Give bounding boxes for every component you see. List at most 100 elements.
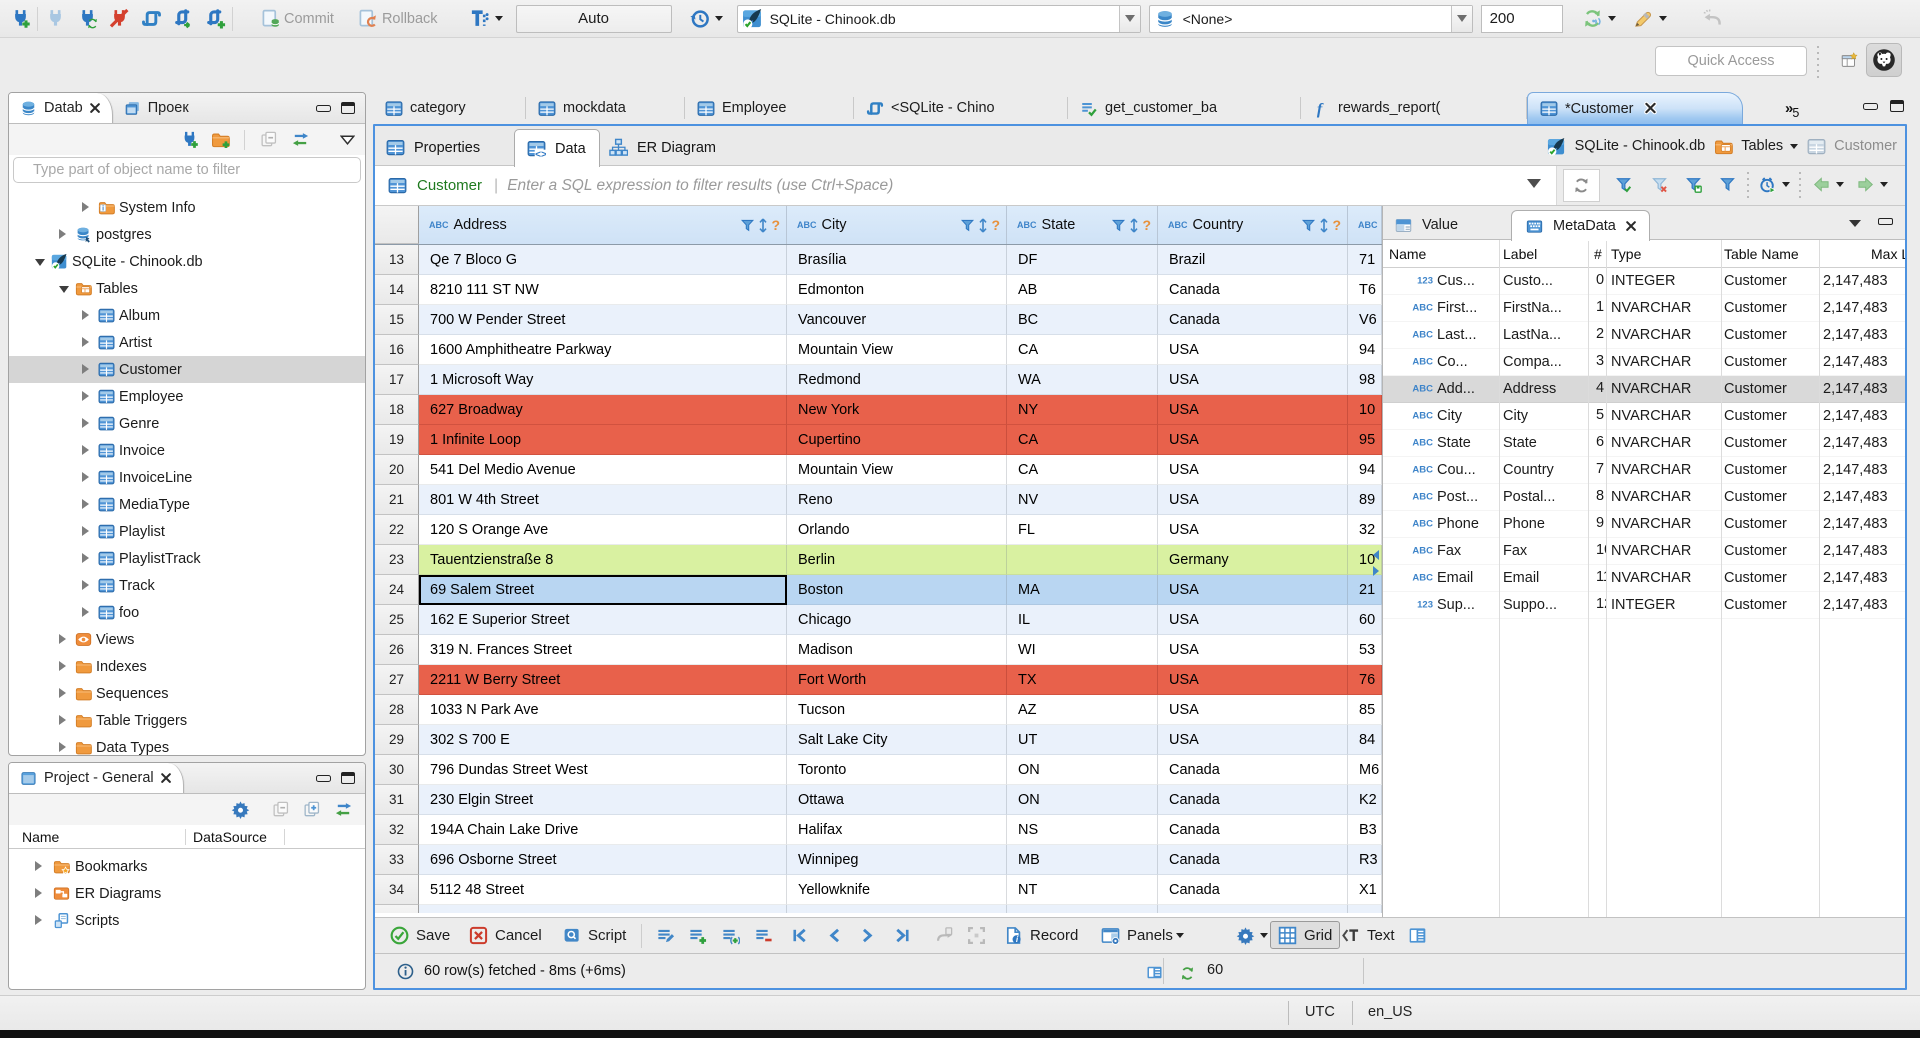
expand-arrow-icon[interactable] xyxy=(82,445,89,455)
focus-cell-button[interactable] xyxy=(964,918,988,953)
tree-item-indexes[interactable]: Indexes xyxy=(9,653,365,680)
grid-cell[interactable]: 162 E Superior Street xyxy=(419,605,787,635)
tab-er-diagram[interactable]: ER Diagram xyxy=(606,129,716,166)
grid-cell[interactable]: Canada xyxy=(1158,845,1348,875)
expand-all-icon[interactable] xyxy=(300,798,324,822)
commit-label[interactable]: Commit xyxy=(284,11,334,27)
open-perspective-button[interactable] xyxy=(1836,45,1862,75)
link-with-editor-icon[interactable] xyxy=(288,128,312,152)
row-number[interactable]: 23 xyxy=(375,545,419,575)
grid-cell[interactable]: 95 xyxy=(1348,425,1382,455)
grid-cell[interactable]: NY xyxy=(1007,395,1158,425)
grid-cell[interactable]: Vancouver xyxy=(787,305,1007,335)
save-button[interactable]: Save xyxy=(387,918,450,953)
connection-combo-arrow[interactable] xyxy=(1118,5,1140,32)
row-number[interactable]: 18 xyxy=(375,395,419,425)
grid-cell[interactable]: 541 Del Medio Avenue xyxy=(419,455,787,485)
tree-item-track[interactable]: Track xyxy=(9,572,365,599)
grid-cell[interactable]: FL xyxy=(1007,515,1158,545)
panel-menu-icon[interactable] xyxy=(1849,220,1861,227)
transaction-log-caret[interactable] xyxy=(714,16,723,21)
row-number[interactable]: 20 xyxy=(375,455,419,485)
meta-row-email[interactable]: ABC Email Email 11 NVARCHAR Customer 2,147,483 xyxy=(1383,565,1905,592)
grid-cell[interactable]: 98 xyxy=(1348,365,1382,395)
grid-cell[interactable]: WI xyxy=(1007,635,1158,665)
grid-cell[interactable]: 319 N. Frances Street xyxy=(419,635,787,665)
expand-arrow-icon[interactable] xyxy=(35,888,42,898)
grid-cell[interactable]: 627 Broadway xyxy=(419,395,787,425)
expand-arrow-icon[interactable] xyxy=(82,310,89,320)
breadcrumb-table[interactable]: Customer xyxy=(1804,134,1897,158)
grid-cell[interactable]: Rua da Assunção 53 xyxy=(419,905,787,913)
timezone-indicator[interactable]: UTC xyxy=(1305,1004,1335,1020)
mock-data-icon[interactable] xyxy=(1632,7,1656,31)
meta-row-postal[interactable]: ABC Post... Postal... 8 NVARCHAR Customer 2,14… xyxy=(1383,484,1905,511)
grid-cell[interactable]: Germany xyxy=(1158,545,1348,575)
grid-cell[interactable]: Canada xyxy=(1158,275,1348,305)
fetch-next-button[interactable] xyxy=(1853,172,1888,196)
editor-tab-category[interactable]: category xyxy=(373,92,526,124)
tree-item-invoice[interactable]: Invoice xyxy=(9,437,365,464)
grid-cell[interactable]: 796 Dundas Street West xyxy=(419,755,787,785)
row-number[interactable]: 22 xyxy=(375,515,419,545)
grid-cell[interactable]: USA xyxy=(1158,725,1348,755)
maximize-icon[interactable] xyxy=(341,102,355,114)
meta-column-header-name[interactable]: Name xyxy=(1389,246,1426,262)
collapse-all-icon[interactable] xyxy=(257,128,281,152)
expand-arrow-icon[interactable] xyxy=(59,661,66,671)
row-number[interactable]: 26 xyxy=(375,635,419,665)
grid-cell[interactable] xyxy=(1007,905,1158,913)
column-filter-icon[interactable] xyxy=(1301,217,1316,234)
grid-cell[interactable]: 700 W Pender Street xyxy=(419,305,787,335)
grid-cell[interactable]: Brazil xyxy=(1158,245,1348,275)
meta-row-state[interactable]: ABC State State 6 NVARCHAR Customer 2,147,483 xyxy=(1383,430,1905,457)
grid-cell[interactable]: Canada xyxy=(1158,815,1348,845)
grid-cell[interactable]: 76 xyxy=(1348,665,1382,695)
meta-row-phone[interactable]: ABC Phone Phone 9 NVARCHAR Customer 2,147,483 xyxy=(1383,511,1905,538)
expand-arrow-icon[interactable] xyxy=(82,553,89,563)
filter-save-button[interactable] xyxy=(1611,172,1635,196)
expand-arrow-icon[interactable] xyxy=(82,418,89,428)
panel-minimize-icon[interactable] xyxy=(1878,218,1893,225)
tab-project-general[interactable]: Project - General xyxy=(9,763,184,793)
grid-cell[interactable]: USA xyxy=(1158,695,1348,725)
settings-gear-icon[interactable] xyxy=(228,798,252,822)
locale-indicator[interactable]: en_US xyxy=(1368,1004,1412,1020)
maximize-icon[interactable] xyxy=(1890,100,1904,112)
open-sql-console-icon[interactable] xyxy=(171,7,195,31)
column-help-icon[interactable]: ? xyxy=(991,217,1000,233)
timer-caret[interactable] xyxy=(1782,181,1790,187)
close-icon[interactable] xyxy=(1624,219,1639,234)
meta-column-header-type[interactable]: Type xyxy=(1611,246,1641,262)
expand-arrow-icon[interactable] xyxy=(82,607,89,617)
tree-item-sqlite---chinook-db[interactable]: SQLite - Chinook.db xyxy=(9,248,365,275)
grid-cell[interactable]: V6 xyxy=(1348,305,1382,335)
column-header-country[interactable]: ABC Country? xyxy=(1158,206,1348,244)
row-number[interactable]: 15 xyxy=(375,305,419,335)
grid-toggle-button[interactable]: Grid xyxy=(1270,921,1341,949)
column-sort-icon[interactable] xyxy=(758,217,768,233)
new-folder-icon[interactable] xyxy=(208,128,232,152)
schema-combo[interactable]: <None> xyxy=(1148,4,1473,33)
grid-cell[interactable]: K2 xyxy=(1348,785,1382,815)
grid-cell[interactable]: Boston xyxy=(787,575,1007,605)
grid-cell[interactable]: Orlando xyxy=(787,515,1007,545)
references-button[interactable] xyxy=(1405,918,1429,953)
meta-row-fax[interactable]: ABC Fax Fax 10 NVARCHAR Customer 2,147,483 xyxy=(1383,538,1905,565)
fetch-previous-button[interactable] xyxy=(1809,172,1844,196)
grid-cell[interactable]: 2211 W Berry Street xyxy=(419,665,787,695)
add-row-button[interactable] xyxy=(685,918,709,953)
tree-item-sequences[interactable]: Sequences xyxy=(9,680,365,707)
expand-arrow-icon[interactable] xyxy=(82,580,89,590)
tree-item-data-types[interactable]: Data Types xyxy=(9,734,365,755)
editor-tab-sqlitechino[interactable]: <SQLite - Chino xyxy=(854,92,1068,124)
row-number[interactable]: 21 xyxy=(375,485,419,515)
filter-remove-button[interactable] xyxy=(1647,172,1671,196)
grid-config-caret[interactable] xyxy=(1260,933,1268,938)
splitter-expand-icon[interactable] xyxy=(1373,566,1379,576)
row-number[interactable]: 19 xyxy=(375,425,419,455)
expand-arrow-icon[interactable] xyxy=(82,337,89,347)
grid-cell[interactable]: X1 xyxy=(1348,875,1382,905)
row-number[interactable]: 27 xyxy=(375,665,419,695)
splitter-collapse-icon[interactable] xyxy=(1373,550,1379,560)
